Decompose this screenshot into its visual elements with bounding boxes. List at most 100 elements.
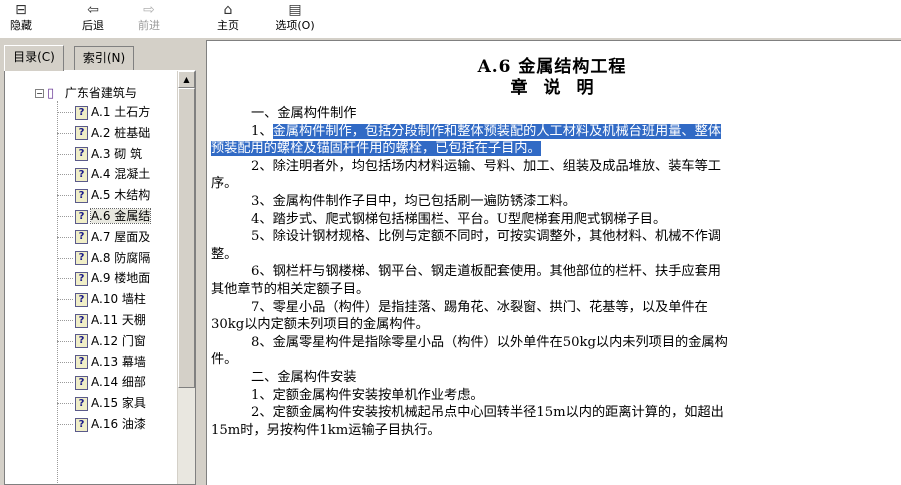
- back-button[interactable]: ⇦ 后退: [68, 0, 118, 38]
- back-arrow-icon: ⇦: [87, 2, 99, 18]
- tree-connector: [57, 340, 73, 342]
- subtitle-char: 章: [510, 78, 528, 98]
- tree-item-label: A.7 屋面及: [91, 229, 151, 244]
- tree-connector: [57, 382, 73, 384]
- tree-item[interactable]: ? A.15 家具: [57, 393, 146, 413]
- nav-tabs: 目录(C) 索引(N): [0, 45, 200, 71]
- options-button[interactable]: ▤ 选项(O): [264, 0, 326, 38]
- tree-connector: [57, 424, 73, 425]
- tree-connector: [57, 216, 73, 217]
- subtitle-char: 明: [576, 78, 594, 98]
- tree-connector: [57, 257, 73, 259]
- tree-connector: [57, 112, 73, 113]
- tree-item-label: A.14 细部: [91, 375, 146, 390]
- help-topic-icon: ?: [75, 355, 88, 370]
- paragraph-continuation: 15m时，另按构件1km运输子目执行。: [211, 422, 441, 438]
- tree-root-label: 广东省建筑与: [64, 86, 137, 100]
- forward-button[interactable]: ⇨ 前进: [124, 0, 174, 38]
- tree-item-label: A.15 家具: [91, 396, 146, 411]
- help-topic-icon: ?: [75, 188, 88, 203]
- paragraph-continuation: 其他章节的相关定额子目。: [211, 281, 370, 297]
- hide-button-label: 隐藏: [10, 19, 32, 32]
- tree-item[interactable]: ? A.9 楼地面: [57, 268, 150, 288]
- tree-connector: [57, 361, 73, 363]
- document-body: 一、金属构件制作 1、金属构件制作，包括分段制作和整体预装配的人工材料及机械台班…: [211, 105, 891, 439]
- tab-contents[interactable]: 目录(C): [4, 45, 64, 71]
- scroll-up-arrow-icon[interactable]: ▲: [178, 71, 195, 88]
- tree-connector: [57, 278, 73, 280]
- options-button-label: 选项(O): [275, 19, 315, 32]
- tree-item[interactable]: ? A.2 桩基础: [57, 123, 150, 143]
- paragraph-number: 1、: [251, 123, 273, 139]
- section-heading: 二、金属构件安装: [251, 369, 357, 385]
- options-icon: ▤: [288, 2, 302, 18]
- forward-button-label: 前进: [138, 19, 160, 32]
- tree-connector: [57, 299, 73, 301]
- contents-tree: − ▯ 广东省建筑与 ? A.1 土石方? A.2 桩基础? A.3 砌 筑? A.4 混…: [5, 71, 177, 484]
- tree-connector: [57, 153, 73, 155]
- document-pane: A.6 金属结构工程 章说明 一、金属构件制作 1、金属构件制作，包括分段制作和…: [206, 40, 901, 485]
- home-icon: ⌂: [223, 2, 233, 18]
- tree-scrollbar[interactable]: ▲: [177, 71, 195, 484]
- contents-pane: − ▯ 广东省建筑与 ? A.1 土石方? A.2 桩基础? A.3 砌 筑? A.4 混…: [4, 70, 196, 485]
- paragraph: 4、踏步式、爬式钢梯包括梯围栏、平台。U型爬梯套用爬式钢梯子目。: [251, 211, 667, 227]
- help-topic-icon: ?: [75, 126, 88, 141]
- help-topic-icon: ?: [75, 292, 88, 307]
- tree-item[interactable]: ? A.8 防腐隔: [57, 248, 150, 268]
- home-button-label: 主页: [217, 19, 239, 32]
- tree-root[interactable]: − ▯ 广东省建筑与: [35, 84, 137, 102]
- paragraph: 1、金属构件制作，包括分段制作和整体预装配的人工材料及机械台班用量、整体: [211, 123, 891, 141]
- tree-connector: [57, 403, 73, 405]
- subtitle-char: 说: [543, 78, 561, 98]
- tree-connector: [57, 132, 73, 134]
- paragraph: 1、定额金属构件安装按单机作业考虑。: [251, 387, 484, 403]
- tree-item[interactable]: ? A.5 木结构: [57, 185, 150, 205]
- selected-text: 金属构件制作，包括分段制作和整体预装配的人工材料及机械台班用量、整体: [272, 123, 721, 139]
- tree-item-label: A.3 砌 筑: [91, 146, 143, 161]
- paragraph: 8、金属零星构件是指除零星小品（构件）以外单件在50kg以内未列项目的金属构: [251, 334, 728, 350]
- forward-arrow-icon: ⇨: [143, 2, 155, 18]
- tree-item[interactable]: ? A.10 墙柱: [57, 289, 146, 309]
- tree-item[interactable]: ? A.16 油漆: [57, 414, 146, 434]
- tree-item[interactable]: ? A.13 幕墙: [57, 352, 146, 372]
- selected-text: 预装配用的螺栓及锚固杆件用的螺栓，已包括在子目内。: [211, 141, 541, 157]
- tree-item-label: A.8 防腐隔: [91, 250, 151, 265]
- paragraph: 5、除设计钢材规格、比例与定额不同时，可按实调整外，其他材料、机械不作调: [251, 229, 721, 245]
- tree-item[interactable]: ? A.6 金属结: [57, 206, 152, 226]
- tree-item-label: A.9 楼地面: [91, 271, 151, 286]
- page-subtitle: 章说明: [207, 78, 897, 98]
- section-heading: 一、金属构件制作: [251, 106, 357, 121]
- paragraph-continuation: 件。: [211, 352, 238, 368]
- tree-item-label: A.13 幕墙: [91, 354, 146, 369]
- tree-item[interactable]: ? A.4 混凝土: [57, 164, 150, 184]
- help-topic-icon: ?: [75, 334, 88, 349]
- back-button-label: 后退: [82, 19, 104, 32]
- page-title: A.6 金属结构工程: [477, 57, 627, 77]
- tree-item-label: A.1 土石方: [91, 105, 151, 119]
- scroll-thumb[interactable]: [178, 88, 195, 388]
- paragraph: 2、除注明者外，均包括场内材料运输、号料、加工、组装及成品堆放、装车等工: [251, 158, 721, 174]
- tree-item[interactable]: ? A.1 土石方: [57, 102, 150, 122]
- help-topic-icon: ?: [75, 375, 88, 390]
- help-topic-icon: ?: [75, 105, 88, 120]
- toolbar: ⊟ 隐藏 ⇦ 后退 ⇨ 前进 ⌂ 主页 ▤ 选项(O): [0, 0, 901, 38]
- hide-button[interactable]: ⊟ 隐藏: [2, 0, 40, 38]
- open-book-icon: ▯: [47, 85, 55, 101]
- paragraph: 2、定额金属构件安装按机械起吊点中心回转半径15m以内的距离计算的，如超出: [251, 405, 724, 421]
- tree-item-label: A.12 门窗: [91, 333, 146, 348]
- tree-connector: [57, 236, 73, 238]
- tree-item-label: A.6 金属结: [89, 208, 152, 224]
- tree-item-label: A.10 墙柱: [91, 292, 146, 307]
- paragraph: 3、金属构件制作子目中，均已包括刷一遍防锈漆工料。: [251, 193, 576, 209]
- tree-item[interactable]: ? A.14 细部: [57, 372, 146, 392]
- help-topic-icon: ?: [75, 251, 88, 266]
- tree-item[interactable]: ? A.7 屋面及: [57, 227, 150, 247]
- collapse-icon[interactable]: −: [35, 89, 44, 98]
- tree-item[interactable]: ? A.11 天棚: [57, 310, 146, 330]
- tab-index[interactable]: 索引(N): [74, 46, 134, 70]
- help-topic-icon: ?: [75, 313, 88, 328]
- tree-item[interactable]: ? A.3 砌 筑: [57, 144, 142, 164]
- help-topic-icon: ?: [75, 209, 88, 224]
- tree-item[interactable]: ? A.12 门窗: [57, 331, 146, 351]
- home-button[interactable]: ⌂ 主页: [208, 0, 248, 38]
